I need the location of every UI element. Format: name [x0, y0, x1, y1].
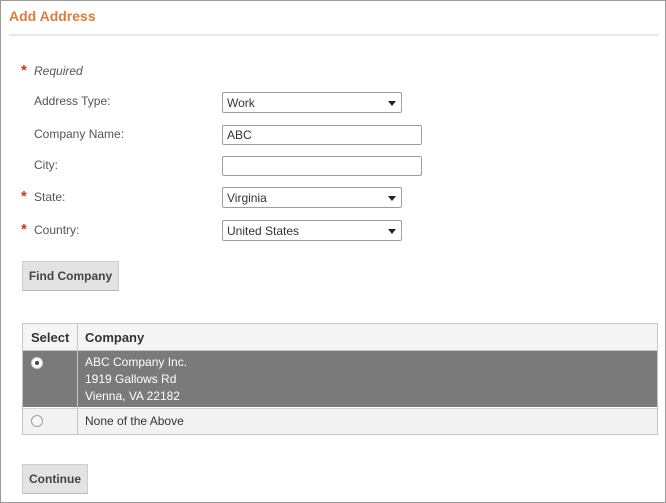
company-name-text: ABC Company Inc. [85, 355, 188, 369]
state-select[interactable]: Virginia [222, 187, 402, 208]
none-of-above-text: None of the Above [85, 414, 184, 428]
country-select[interactable]: United States [222, 220, 402, 241]
column-divider [77, 324, 78, 434]
required-asterisk-icon: * [21, 221, 27, 238]
company-results-table: Select Company ABC Company Inc. 1919 Gal… [22, 323, 658, 435]
required-asterisk-icon: * [21, 188, 27, 205]
state-value: Virginia [227, 191, 267, 205]
chevron-down-icon [388, 229, 396, 234]
select-radio[interactable] [31, 415, 43, 427]
address-type-select[interactable]: Work [222, 92, 402, 113]
city-label: City: [34, 158, 58, 172]
state-label: State: [34, 190, 66, 204]
required-note: Required [34, 64, 83, 78]
table-header-row: Select Company [23, 324, 657, 351]
radio-dot-icon [35, 361, 39, 365]
continue-button[interactable]: Continue [22, 464, 88, 494]
company-name-label: Company Name: [34, 127, 125, 141]
address-type-value: Work [227, 96, 255, 110]
country-label: Country: [34, 223, 80, 237]
add-address-panel: Add Address * Required Address Type: Wor… [0, 0, 666, 503]
table-row[interactable]: None of the Above [23, 408, 657, 434]
chevron-down-icon [388, 101, 396, 106]
select-radio[interactable] [31, 357, 43, 369]
city-input[interactable] [222, 156, 422, 176]
page-title: Add Address [9, 8, 96, 24]
select-column-header: Select [31, 330, 70, 345]
header-divider [9, 34, 659, 36]
company-street-text: 1919 Gallows Rd [85, 372, 177, 386]
country-value: United States [227, 224, 300, 238]
required-asterisk-icon: * [21, 62, 27, 79]
chevron-down-icon [388, 196, 396, 201]
company-column-header: Company [85, 330, 145, 345]
address-type-label: Address Type: [34, 94, 111, 108]
company-name-input[interactable] [222, 125, 422, 145]
table-row[interactable]: ABC Company Inc. 1919 Gallows Rd Vienna,… [23, 351, 657, 407]
company-city-text: Vienna, VA 22182 [85, 389, 180, 403]
find-company-button[interactable]: Find Company [22, 261, 119, 291]
